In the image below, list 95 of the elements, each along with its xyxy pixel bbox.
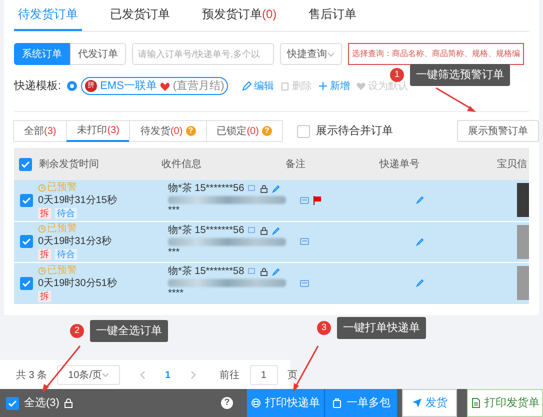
- radio-button[interactable]: [67, 81, 78, 91]
- help-badge: ?: [262, 126, 272, 136]
- select-all-label: 全选(3): [24, 396, 60, 411]
- pencil-icon: [272, 268, 280, 276]
- step-number-badge: 3: [317, 321, 331, 335]
- recipient-extra: ****: [168, 288, 184, 300]
- annotation-tooltip: 一键筛选预警订单: [410, 64, 510, 86]
- clock-icon: [38, 266, 46, 275]
- checkbox[interactable]: [18, 158, 32, 170]
- recipient-extra: ***: [168, 205, 180, 218]
- comment-icon: [300, 280, 309, 287]
- goto-label: 前往: [220, 368, 240, 382]
- order-tag: 待合: [55, 208, 77, 219]
- tab[interactable]: 预发货订单(0): [198, 5, 281, 31]
- annotation-arrow: [436, 87, 476, 112]
- heart-icon: [160, 82, 170, 90]
- help-badge: ?: [186, 126, 196, 136]
- checkbox[interactable]: [20, 276, 32, 290]
- column-header: 宝贝信: [497, 158, 527, 170]
- column-header: 备注: [286, 158, 306, 170]
- document-icon: [470, 398, 481, 408]
- package-icon: [332, 398, 342, 408]
- help-button[interactable]: ?: [221, 397, 233, 409]
- table-row[interactable]: 已预警 0天19时31分15秒 拆 待合 物*茶 15*******56 ***: [14, 180, 529, 222]
- total-count: 共 3 条: [16, 368, 48, 382]
- filter-tab[interactable]: 待发货(0) ?: [129, 120, 207, 142]
- clock-icon: [38, 225, 46, 234]
- lock-icon: [260, 185, 268, 194]
- page-size-dropdown[interactable]: 10条/页: [57, 365, 120, 385]
- pencil-icon: [272, 185, 280, 194]
- pencil-icon: [272, 226, 280, 235]
- order-tag: 拆: [38, 208, 51, 219]
- lock-icon: [64, 398, 74, 408]
- recipient-info: 物*茶 15*******56: [168, 183, 244, 196]
- annotation-tooltip: 一键打单快递单: [337, 317, 426, 339]
- copy-icon: [248, 268, 256, 276]
- page-unit: 页: [288, 368, 298, 382]
- filter-tab[interactable]: 已锁定(0) ?: [206, 120, 283, 142]
- plus-icon: [318, 81, 328, 91]
- order-tag: 拆: [38, 290, 51, 302]
- column-header: 快递单号: [379, 158, 420, 170]
- order-type-button[interactable]: 代发订单: [70, 43, 126, 65]
- recipient-info: 物*茶 15*******56: [168, 224, 244, 237]
- checkbox[interactable]: [20, 235, 32, 248]
- search-field[interactable]: 请输入订单号/快递单号,多个以: [132, 43, 274, 65]
- pencil-icon: [416, 279, 424, 288]
- remaining-time: 0天19时31分3秒: [38, 236, 112, 248]
- comment-icon: [300, 238, 309, 246]
- pencil-icon: [242, 81, 252, 91]
- column-header: 剩余发货时间: [38, 158, 99, 170]
- filter-tab[interactable]: 未打印(3): [66, 120, 130, 142]
- goto-page-field[interactable]: 1: [250, 365, 278, 385]
- caret-icon: [327, 52, 335, 56]
- warning-status: 已预警: [38, 264, 77, 277]
- chevron-left-icon: [140, 371, 146, 379]
- comment-icon: [300, 196, 309, 204]
- quick-query-dropdown[interactable]: 快捷查询: [280, 43, 342, 65]
- printer-icon: [250, 398, 261, 408]
- lock-icon: [260, 268, 268, 276]
- copy-icon: [248, 185, 256, 194]
- recipient-info: 物*茶 15*******58: [168, 266, 244, 278]
- pencil-icon: [416, 238, 424, 246]
- show-warning-orders-button[interactable]: 展示预警订单: [457, 120, 539, 142]
- template-label: 快递模板:: [14, 78, 62, 94]
- caret-icon: [102, 373, 110, 377]
- order-tag: 拆: [38, 249, 51, 260]
- warning-status: 已预警: [38, 182, 77, 194]
- lock-icon: [260, 226, 268, 235]
- annotation-tooltip: 一键全选订单: [90, 320, 168, 342]
- step-number-badge: 2: [70, 324, 84, 338]
- send-icon: [412, 398, 422, 408]
- clock-icon: [38, 184, 46, 192]
- pencil-icon: [416, 196, 424, 204]
- tab[interactable]: 已发货订单: [106, 5, 174, 31]
- heart-icon: [356, 81, 366, 91]
- table-row[interactable]: 已预警 0天19时31分3秒 拆 待合 物*茶 15*******56 ***: [14, 222, 529, 263]
- checkbox[interactable]: [20, 194, 32, 207]
- checkbox[interactable]: [296, 124, 310, 138]
- copy-icon: [248, 226, 256, 235]
- order-tag: 待合: [55, 249, 77, 260]
- next-page-button[interactable]: [190, 371, 196, 379]
- merge-option-label: 展示待合并订单: [316, 124, 393, 139]
- remaining-time: 0天19时31分15秒: [38, 194, 117, 207]
- checkbox[interactable]: [6, 396, 19, 410]
- tab[interactable]: 售后订单: [304, 5, 361, 31]
- trash-icon: [280, 81, 290, 91]
- previous-page-button[interactable]: [140, 371, 146, 379]
- chevron-right-icon: [190, 371, 196, 379]
- print-invoice-button[interactable]: 打印发货单: [467, 389, 543, 417]
- warning-status: 已预警: [38, 223, 77, 236]
- table-row[interactable]: 已预警 0天19时30分51秒 拆 物*茶 15*******58 ****: [14, 263, 529, 304]
- remaining-time: 0天19时30分51秒: [38, 278, 117, 290]
- recipient-extra: ***: [168, 246, 180, 259]
- column-header: 收件信息: [161, 158, 202, 170]
- filter-tab[interactable]: 全部(3): [13, 120, 68, 142]
